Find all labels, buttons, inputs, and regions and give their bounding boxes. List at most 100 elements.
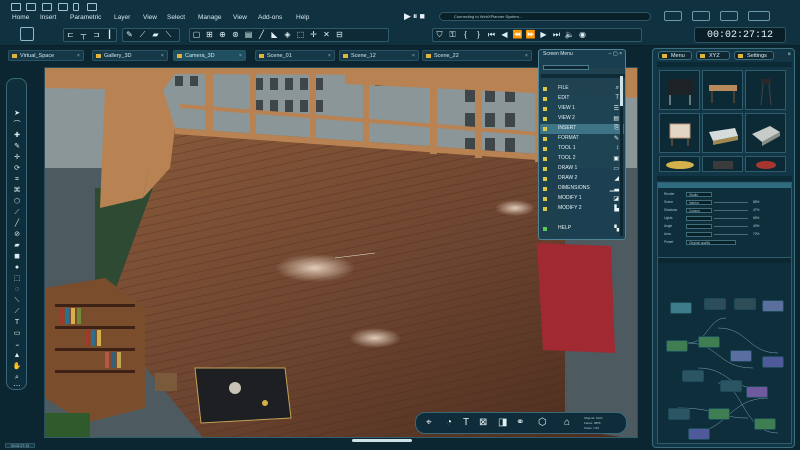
zoom-icon[interactable]: ⌕ [12,373,22,382]
target-icon[interactable]: ⊕ [217,29,228,41]
selection-box-icon[interactable]: ⬚ [12,274,22,283]
settings-subtabs[interactable] [657,176,792,181]
stop-icon[interactable]: ■ [419,11,426,21]
library-item-bench[interactable] [702,70,743,110]
library-item-rug[interactable] [659,156,700,172]
setting-angle[interactable]: Angle 40% [664,224,784,229]
pen-icon[interactable]: ✎ [124,29,135,41]
menu-view[interactable]: View [143,14,157,21]
library-item-planter[interactable] [702,156,743,172]
grid-snap-icon[interactable]: ⊞ [204,29,215,41]
window-controls-icon[interactable]: − ▢ × [609,51,622,57]
rotate-icon[interactable]: ⟳ [12,164,22,173]
wall-t-icon[interactable]: ┬ [78,29,89,41]
graph-node[interactable] [682,370,704,382]
wall-icon[interactable]: ⊏ [65,29,76,41]
setting-slider[interactable] [714,226,748,227]
key-icon[interactable]: ⚿ [447,29,458,41]
tab-xyz[interactable]: XYZ [696,51,730,60]
camera-icon[interactable]: ⌖ [426,417,432,428]
setting-scene[interactable]: Scene Interior 85% [664,200,784,205]
screen-menu-item[interactable]: DIMENSIONS ▁▃ [540,184,624,194]
node-graph[interactable] [657,257,792,444]
menu-manage[interactable]: Manage [198,14,222,21]
volume-icon[interactable]: 🔈 [564,29,575,41]
fast-forward-icon[interactable]: ⏩ [525,29,536,41]
graph-node[interactable] [688,428,710,440]
text-icon[interactable]: T [463,417,469,428]
step-back-icon[interactable]: ◀ [499,29,510,41]
setting-input[interactable] [686,224,712,229]
skip-back-icon[interactable]: ⏮ [486,29,497,41]
frame-icon[interactable]: ▢ [191,29,202,41]
cube-icon[interactable]: ◈ [282,29,293,41]
graph-node[interactable] [746,386,768,398]
skip-forward-icon[interactable]: ⏭ [551,29,562,41]
tab-scene-22[interactable]: Scene_22 × [422,50,532,61]
close-icon[interactable]: × [161,51,164,61]
graph-node[interactable] [762,300,784,312]
menu-view-2[interactable]: View [233,14,247,21]
knife-icon[interactable]: ⟋ [12,307,22,316]
text-icon[interactable]: T [12,318,22,327]
screen-menu-item[interactable]: VIEW 2 ▤ [540,114,624,124]
library-item-tv-stand[interactable] [659,70,700,110]
setting-input[interactable]: Custom [686,208,712,213]
sweep-icon[interactable]: ◣ [269,29,280,41]
mark-out-icon[interactable]: } [473,29,484,41]
rewind-icon[interactable]: ⏪ [512,29,523,41]
display-icon[interactable] [664,11,682,21]
crop-icon[interactable]: ⌗ [12,175,22,184]
network-icon[interactable]: ⌘ [12,186,22,195]
tab-gallery-3d[interactable]: Gallery_3D × [92,50,168,61]
graph-node[interactable] [734,298,756,310]
window-icon[interactable] [11,3,21,11]
crosshair-icon[interactable]: ✚ [12,131,22,140]
screen-menu-item[interactable]: FILE ⌕ [540,84,624,94]
screen-menu-item[interactable]: EDIT T [540,94,624,104]
graph-node[interactable] [762,356,784,368]
wand-icon[interactable]: ⟍ [12,296,22,305]
setting-render[interactable]: Render Studio [664,192,784,197]
monitor-icon[interactable] [87,3,97,11]
link-icon[interactable]: ⚭ [516,417,524,428]
screen-menu-item-selected[interactable]: INSERT ⎘ [540,124,624,134]
scale-icon[interactable]: ✕ [321,29,332,41]
paint-icon[interactable]: ◔ [446,417,452,428]
step-forward-icon[interactable]: ▶ [538,29,549,41]
polygon-icon[interactable]: ⬡ [12,197,22,206]
brush-icon[interactable]: ⟋ [12,208,22,217]
setting-dropdown[interactable]: Original quality [686,240,736,245]
camera-icon[interactable] [692,11,710,21]
doc-icon[interactable]: ▤ [243,29,254,41]
graph-node[interactable] [720,380,742,392]
close-icon[interactable]: × [525,51,528,61]
library-item-side-table[interactable] [659,113,700,153]
setting-slider[interactable] [714,218,748,219]
tab-settings[interactable]: Settings [734,51,774,60]
library-item-stool[interactable] [745,70,786,110]
rectangle-icon[interactable]: ▭ [12,329,22,338]
pipette-icon[interactable]: ⟓ [12,340,22,349]
align-icon[interactable]: ⊟ [334,29,345,41]
setting-slider[interactable] [714,210,748,211]
graph-node[interactable] [670,302,692,314]
eraser-icon[interactable]: ▰ [150,29,161,41]
graph-node[interactable] [704,298,726,310]
close-icon[interactable]: × [787,52,791,58]
play-icon[interactable]: ▶ [404,11,413,21]
graph-node[interactable] [668,408,690,420]
menu-insert[interactable]: Insert [40,14,56,21]
tab-scene-01[interactable]: Scene_01 × [255,50,335,61]
close-icon[interactable]: × [328,51,331,61]
graph-node[interactable] [698,336,720,348]
setting-slider[interactable] [714,202,748,203]
graph-node[interactable] [754,418,776,430]
close-icon[interactable]: × [239,51,242,61]
grid-icon[interactable] [748,11,770,21]
setting-slider[interactable] [714,234,748,235]
graph-node[interactable] [666,340,688,352]
line-icon[interactable]: ╱ [256,29,267,41]
screen-menu-item[interactable]: TOOL 2 ▣ [540,154,624,164]
box-icon[interactable]: ⬚ [295,29,306,41]
